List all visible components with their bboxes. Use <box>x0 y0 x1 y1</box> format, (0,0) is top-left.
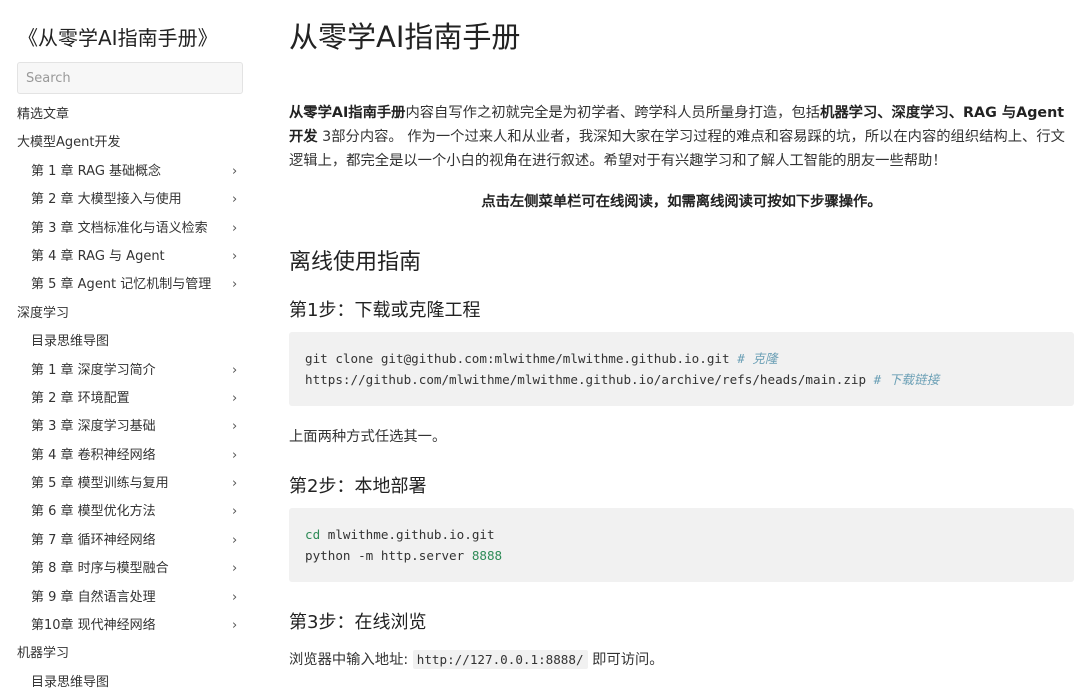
sidebar-item[interactable]: 深度学习 <box>0 300 260 328</box>
sidebar-item-label: 第 5 章 Agent 记忆机制与管理 <box>31 277 212 293</box>
sidebar-item-label: 第 2 章 大模型接入与使用 <box>31 192 182 208</box>
sidebar-item[interactable]: 第 5 章 模型训练与复用 › <box>0 470 260 498</box>
step2-code-block[interactable]: cd mlwithme.github.io.git python -m http… <box>289 508 1074 582</box>
sidebar-item[interactable]: 第 1 章 RAG 基础概念 › <box>0 158 260 186</box>
step3-text-after: 即可访问。 <box>587 652 664 668</box>
intro-text-1: 内容自写作之初就完全是为初学者、跨学科人员所量身打造，包括 <box>405 105 821 121</box>
step2-code-port: 8888 <box>471 548 503 563</box>
sidebar-item-label: 第 3 章 文档标准化与语义检索 <box>31 220 208 236</box>
sidebar-item-label: 深度学习 <box>17 305 70 321</box>
chevron-right-icon[interactable]: › <box>232 527 237 555</box>
sidebar-item-label: 第 3 章 深度学习基础 <box>31 419 156 435</box>
book-title[interactable]: 《从零学AI指南手册》 <box>18 22 218 51</box>
step1-code-comment1: # 克隆 <box>737 351 778 366</box>
chevron-right-icon[interactable]: › <box>232 612 237 640</box>
sidebar-item-label: 第10章 现代神经网络 <box>31 618 156 634</box>
sidebar-item[interactable]: 精选文章 <box>0 101 260 129</box>
sidebar-item[interactable]: 目录思维导图 <box>0 669 260 697</box>
sidebar: 《从零学AI指南手册》 精选文章大模型Agent开发第 1 章 RAG 基础概念… <box>0 0 260 697</box>
intro-bold-title: 从零学AI指南手册 <box>289 105 406 121</box>
step2-code-keyword: cd <box>305 527 321 542</box>
sidebar-item-label: 目录思维导图 <box>31 334 110 350</box>
step2-code-line2: python -m http.server <box>305 548 472 563</box>
sidebar-item-label: 第 5 章 模型训练与复用 <box>31 476 169 492</box>
sidebar-item-label: 第 9 章 自然语言处理 <box>31 589 156 605</box>
sidebar-item[interactable]: 第 4 章 RAG 与 Agent › <box>0 243 260 271</box>
chevron-right-icon[interactable]: › <box>232 271 237 299</box>
step1-code-block[interactable]: git clone git@github.com:mlwithme/mlwith… <box>289 332 1074 406</box>
chevron-right-icon[interactable]: › <box>232 470 237 498</box>
sidebar-item[interactable]: 目录思维导图 <box>0 328 260 356</box>
chevron-right-icon[interactable]: › <box>232 442 237 470</box>
sidebar-item-label: 第 1 章 深度学习简介 <box>31 362 156 378</box>
step3-heading: 第3步：在线浏览 <box>289 612 427 633</box>
chevron-right-icon[interactable]: › <box>232 385 237 413</box>
sidebar-item-label: 目录思维导图 <box>31 674 110 690</box>
sidebar-item[interactable]: 第 1 章 深度学习简介 › <box>0 357 260 385</box>
reading-notice: 点击左侧菜单栏可在线阅读，如需离线阅读可按如下步骤操作。 <box>481 194 882 210</box>
sidebar-item-label: 第 7 章 循环神经网络 <box>31 532 156 548</box>
sidebar-item[interactable]: 第 4 章 卷积神经网络 › <box>0 442 260 470</box>
sidebar-nav: 精选文章 大模型Agent开发第 1 章 RAG 基础概念 › 第 2 章 大模型接入… <box>0 101 260 697</box>
sidebar-item[interactable]: 第 3 章 文档标准化与语义检索 › <box>0 215 260 243</box>
page-title: 从零学AI指南手册 <box>289 20 521 54</box>
step1-code-line1: git clone git@github.com:mlwithme/mlwith… <box>305 351 730 366</box>
sidebar-item-label: 精选文章 <box>17 107 70 122</box>
sidebar-item[interactable]: 第 2 章 环境配置 › <box>0 385 260 413</box>
sidebar-item-label: 第 4 章 RAG 与 Agent <box>31 248 165 264</box>
chevron-right-icon[interactable]: › <box>232 357 237 385</box>
chevron-right-icon[interactable]: › <box>232 158 237 186</box>
chevron-right-icon[interactable]: › <box>232 584 237 612</box>
sidebar-item[interactable]: 大模型Agent开发 <box>0 129 260 157</box>
sidebar-item[interactable]: 机器学习 <box>0 640 260 668</box>
step3-paragraph: 浏览器中输入地址: http://127.0.0.1:8888/ 即可访问。 <box>289 648 664 669</box>
step3-text-before: 浏览器中输入地址: <box>289 652 413 668</box>
sidebar-item[interactable]: 第 6 章 模型优化方法 › <box>0 498 260 526</box>
intro-text-2: 3部分内容。 作为一个过来人和从业者，我深知大家在学习过程的难点和容易踩的坑，所… <box>289 129 1065 169</box>
sidebar-item[interactable]: 第 7 章 循环神经网络 › <box>0 527 260 555</box>
step1-heading: 第1步：下载或克隆工程 <box>289 300 481 321</box>
step1-code-comment2: # 下载链接 <box>873 372 940 387</box>
intro-paragraph: 从零学AI指南手册内容自写作之初就完全是为初学者、跨学科人员所量身打造，包括机器… <box>289 101 1074 173</box>
sidebar-item-label: 机器学习 <box>17 646 70 662</box>
local-url-code[interactable]: http://127.0.0.1:8888/ <box>412 650 588 669</box>
chevron-right-icon[interactable]: › <box>232 413 237 441</box>
sidebar-item[interactable]: 第 9 章 自然语言处理 › <box>0 584 260 612</box>
sidebar-item-label: 大模型Agent开发 <box>17 135 121 151</box>
sidebar-item-label: 第 1 章 RAG 基础概念 <box>31 163 162 179</box>
chevron-right-icon[interactable]: › <box>232 555 237 583</box>
sidebar-item-label: 第 4 章 卷积神经网络 <box>31 447 156 463</box>
sidebar-item[interactable]: 第 5 章 Agent 记忆机制与管理 › <box>0 271 260 299</box>
chevron-right-icon[interactable]: › <box>232 215 237 243</box>
chevron-right-icon[interactable]: › <box>232 186 237 214</box>
sidebar-item[interactable]: 第 8 章 时序与模型融合 › <box>0 555 260 583</box>
step2-code-line1-rest: mlwithme.github.io.git <box>320 527 495 542</box>
sidebar-item[interactable]: 第10章 现代神经网络 › <box>0 612 260 640</box>
chevron-right-icon[interactable]: › <box>232 498 237 526</box>
step1-note: 上面两种方式任选其一。 <box>289 429 447 445</box>
step1-code-line2: https://github.com/mlwithme/mlwithme.git… <box>305 372 867 387</box>
search-input[interactable] <box>17 62 243 94</box>
offline-guide-heading: 离线使用指南 <box>289 250 422 275</box>
sidebar-item-label: 第 2 章 环境配置 <box>31 390 130 406</box>
sidebar-item-label: 第 8 章 时序与模型融合 <box>31 561 169 577</box>
sidebar-item-label: 第 6 章 模型优化方法 <box>31 504 156 520</box>
sidebar-item[interactable]: 第 3 章 深度学习基础 › <box>0 413 260 441</box>
chevron-right-icon[interactable]: › <box>232 243 237 271</box>
step2-heading: 第2步：本地部署 <box>289 476 427 497</box>
sidebar-item[interactable]: 第 2 章 大模型接入与使用 › <box>0 186 260 214</box>
